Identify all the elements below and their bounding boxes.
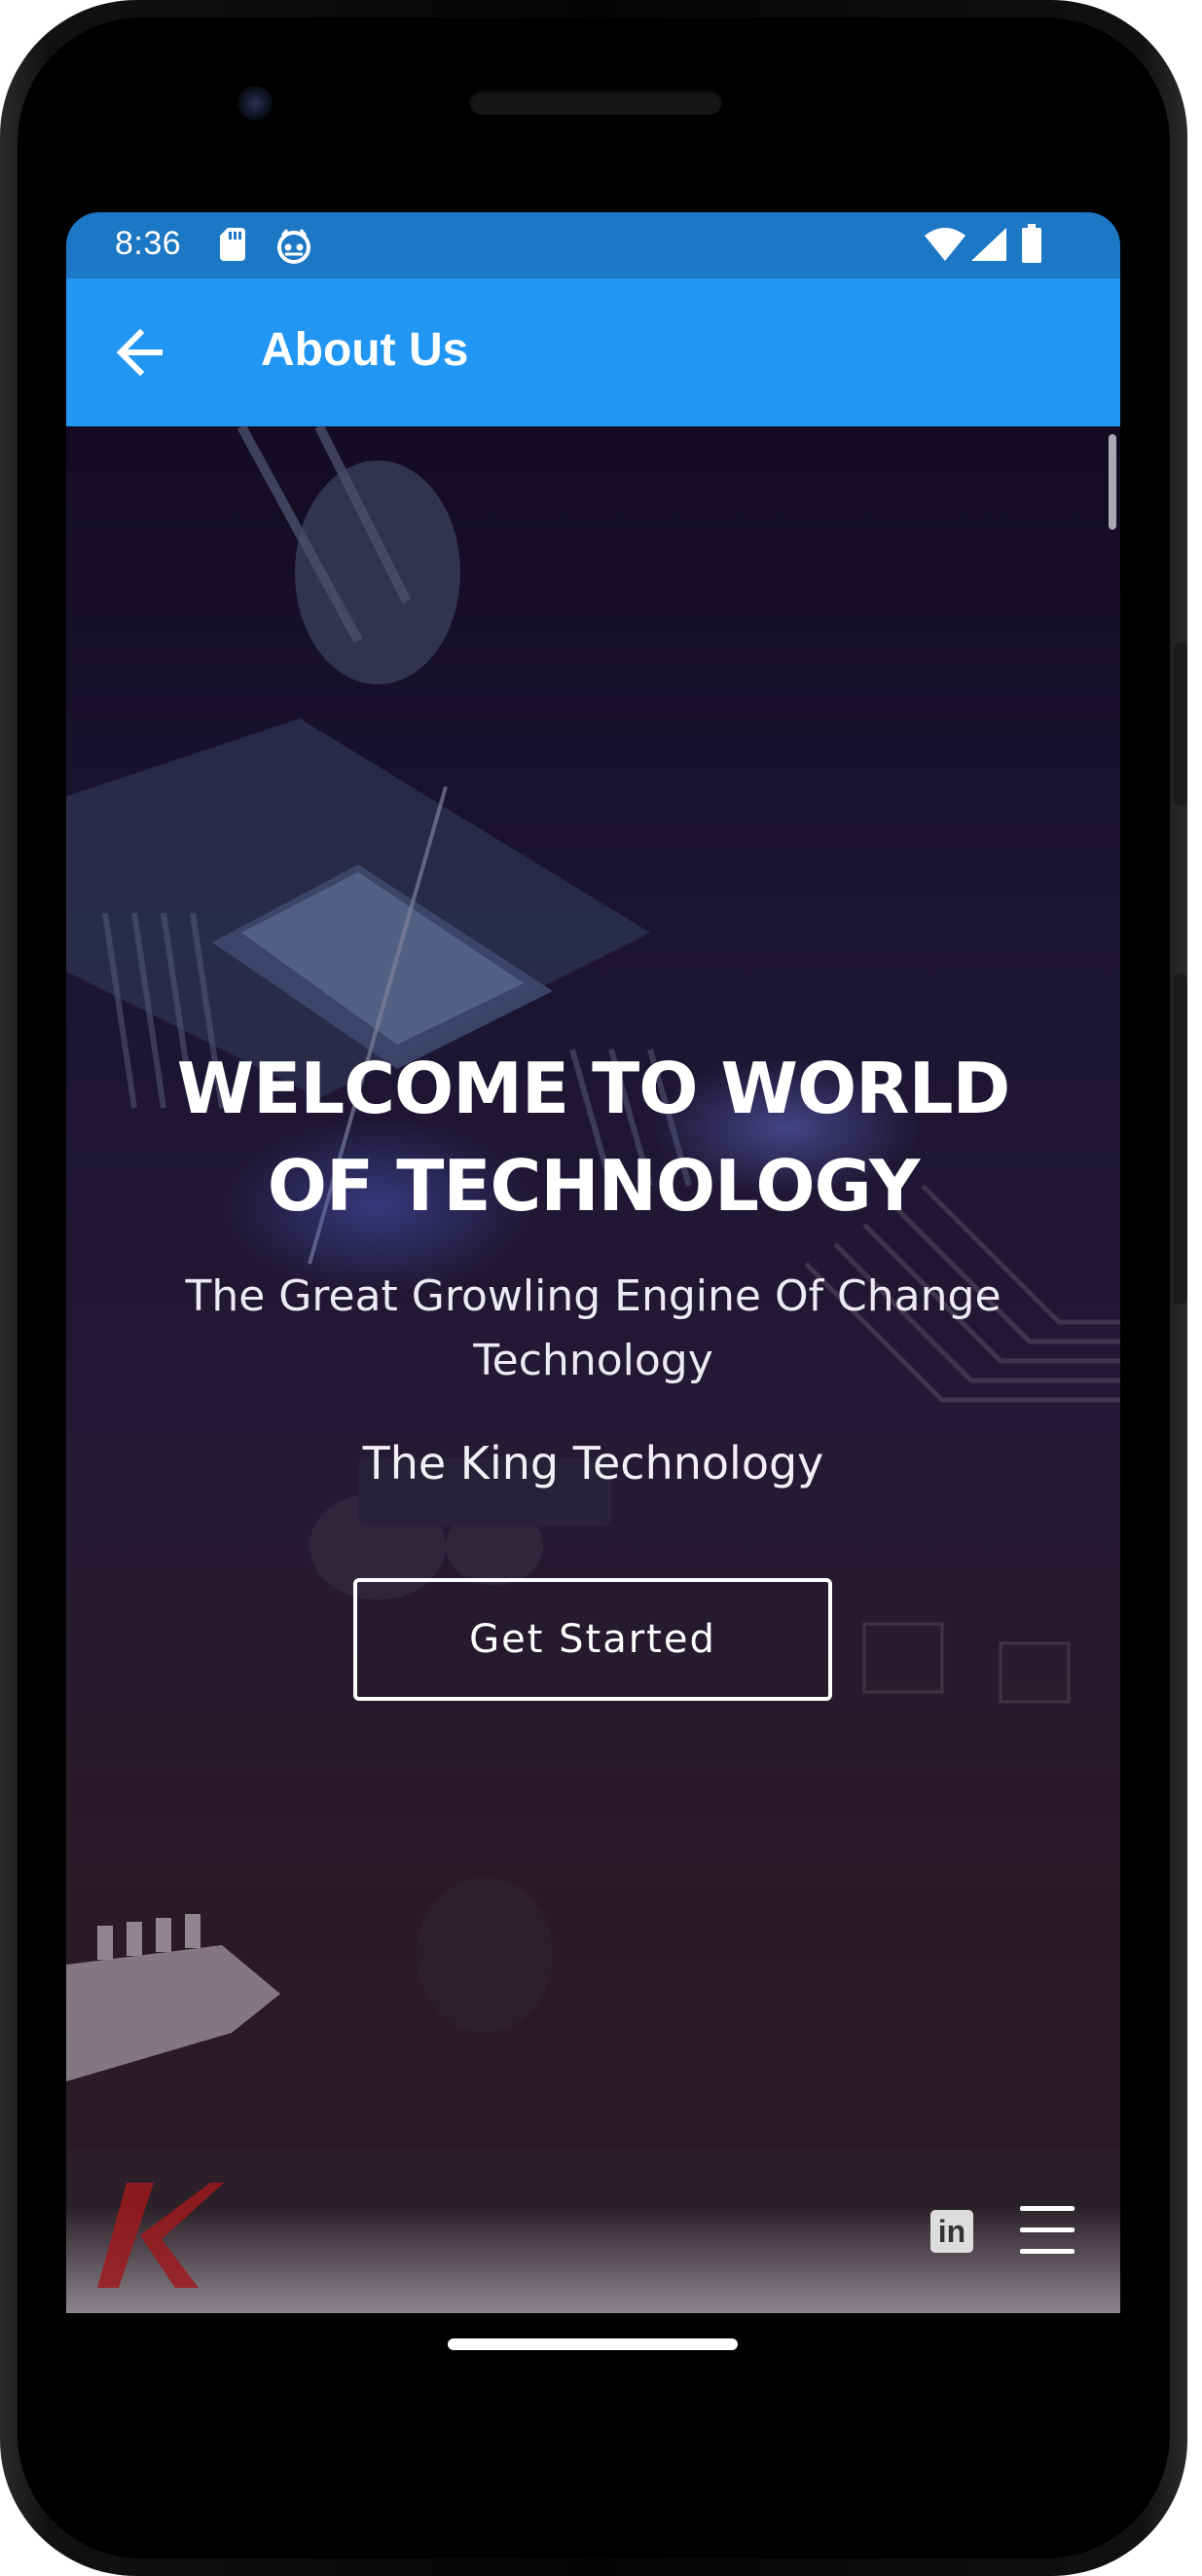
front-camera	[237, 86, 273, 121]
hero-title-line-1: WELCOME TO WORLD	[176, 1048, 1011, 1129]
page-title: About Us	[261, 324, 469, 376]
webview-content[interactable]: WELCOME TO WORLD OF TECHNOLOGY The Great…	[66, 426, 1120, 2313]
hero-subtitle-line-2: Technology	[473, 1336, 713, 1385]
components-lower	[310, 1458, 1071, 2033]
hero-subtitle-line-1: The Great Growling Engine Of Change	[185, 1271, 1002, 1321]
sd-card-icon	[220, 228, 245, 261]
earpiece-speaker	[469, 90, 722, 115]
status-time: 8:36	[115, 225, 182, 262]
hero-tagline: The King Technology	[362, 1437, 824, 1490]
volume-button	[1174, 974, 1187, 1305]
robot-icon	[277, 229, 310, 264]
get-started-button[interactable]: Get Started	[353, 1578, 832, 1701]
wifi-icon	[925, 228, 965, 261]
arrow-left-icon	[116, 328, 163, 377]
hero-title: WELCOME TO WORLD OF TECHNOLOGY	[125, 1040, 1062, 1234]
linkedin-icon[interactable]: in	[930, 2210, 973, 2253]
connector-part	[66, 1914, 280, 2081]
status-bar: 8:36	[66, 212, 1120, 278]
back-button[interactable]	[109, 321, 171, 384]
app-bar: About Us	[66, 278, 1120, 426]
brand-logo[interactable]	[97, 2175, 224, 2288]
navigation-bar	[66, 2313, 1120, 2459]
scrollbar-thumb[interactable]	[1109, 434, 1116, 530]
power-button	[1174, 643, 1187, 806]
site-header-bar: in	[66, 2150, 1120, 2313]
home-gesture-handle[interactable]	[448, 2338, 738, 2350]
hamburger-menu-icon[interactable]	[1020, 2206, 1075, 2255]
hero-title-line-2: OF TECHNOLOGY	[267, 1145, 921, 1227]
hero-subtitle: The Great Growling Engine Of Change Tech…	[125, 1265, 1062, 1393]
screen: 8:36 About Us WELCOME TO WORLD OF TECHNO…	[66, 212, 1120, 2313]
battery-icon	[1022, 224, 1041, 263]
cell-signal-icon	[971, 228, 1006, 261]
